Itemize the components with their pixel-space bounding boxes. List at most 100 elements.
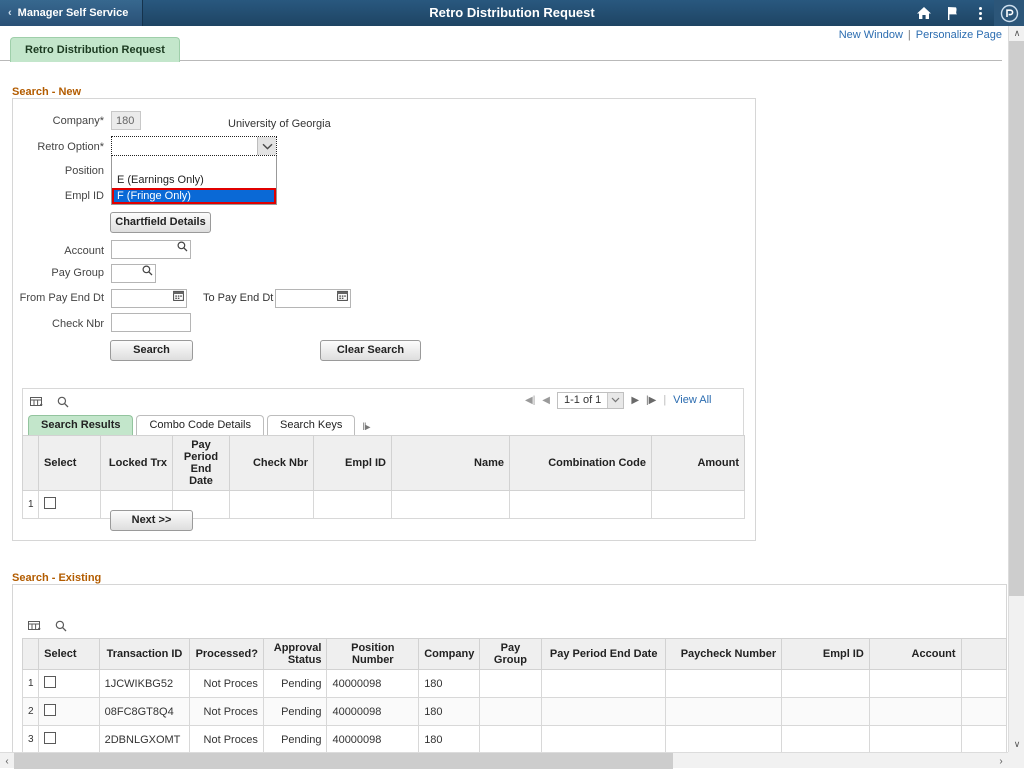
search-icon[interactable]: [57, 396, 69, 408]
search-new-title: Search - New: [12, 86, 81, 98]
clear-search-button[interactable]: Clear Search: [320, 340, 421, 361]
scroll-right-icon[interactable]: ›: [994, 753, 1008, 769]
breadcrumb-manager-self-service[interactable]: ‹ Manager Self Service: [0, 0, 143, 26]
tab-retro-distribution-request[interactable]: Retro Distribution Request: [10, 37, 180, 62]
col-position-number[interactable]: Position Number: [327, 639, 419, 670]
retro-option-item-fringe[interactable]: F (Fringe Only): [112, 188, 276, 204]
grid-tabs-overflow-icon[interactable]: ‖▸: [358, 422, 373, 435]
col-pay-period-end-date[interactable]: Pay Period End Date: [542, 639, 666, 670]
retro-option-dropdown-list[interactable]: E (Earnings Only) F (Fringe Only): [111, 156, 277, 205]
cell-select[interactable]: [39, 491, 101, 519]
col-paycheck-number[interactable]: Paycheck Number: [666, 639, 782, 670]
pager-first-icon[interactable]: ◀|: [525, 395, 535, 406]
vertical-scrollbar[interactable]: ∧ ∨: [1008, 26, 1024, 752]
calendar-icon[interactable]: [337, 290, 348, 306]
row-checkbox[interactable]: [44, 676, 56, 688]
col-check-nbr[interactable]: Check Nbr: [230, 436, 314, 491]
col-pay-group[interactable]: Pay Group: [479, 639, 542, 670]
three-dots-icon[interactable]: [966, 0, 994, 26]
col-select[interactable]: Select: [39, 436, 101, 491]
chartfield-details-button[interactable]: Chartfield Details: [110, 212, 211, 233]
pager-prev-icon[interactable]: ◀: [542, 395, 550, 406]
results-grid-pager: ◀| ◀ 1-1 of 1 ▶ |▶ | View All: [525, 391, 712, 409]
pay-group-label: Pay Group: [0, 267, 104, 279]
grid-tab-combo-code-details[interactable]: Combo Code Details: [136, 415, 264, 435]
row-checkbox[interactable]: [44, 497, 56, 509]
cell-processed: Not Proces: [190, 670, 264, 698]
scroll-up-icon[interactable]: ∧: [1009, 26, 1024, 41]
results-grid-tabs: Search Results Combo Code Details Search…: [28, 415, 374, 435]
scroll-left-icon[interactable]: ‹: [0, 753, 14, 769]
cell-position-number: 40000098: [327, 698, 419, 726]
retro-option-item-blank[interactable]: [112, 156, 276, 172]
col-combination-code[interactable]: Combination Code: [510, 436, 652, 491]
flag-icon[interactable]: [938, 0, 966, 26]
cell-company: 180: [419, 726, 479, 754]
nav-compass-icon[interactable]: [994, 0, 1024, 26]
grid-personalize-icon[interactable]: [30, 396, 43, 408]
col-empl-id[interactable]: Empl ID: [782, 639, 870, 670]
pager-next-icon[interactable]: ▶: [631, 395, 639, 406]
view-all-link[interactable]: View All: [673, 394, 711, 406]
row-number: 1: [23, 670, 39, 698]
grid-tab-search-keys[interactable]: Search Keys: [267, 415, 355, 435]
scroll-down-icon[interactable]: ∨: [1009, 737, 1024, 752]
home-icon[interactable]: [910, 0, 938, 26]
col-company[interactable]: Company: [419, 639, 479, 670]
pager-chevron-down-icon[interactable]: [607, 393, 623, 408]
cell-empl-id: [314, 491, 392, 519]
row-checkbox[interactable]: [44, 732, 56, 744]
cell-empl-id: [782, 698, 870, 726]
account-lookup-icon[interactable]: [177, 241, 188, 257]
col-locked-trx[interactable]: Locked Trx: [101, 436, 173, 491]
cell-select[interactable]: [39, 698, 99, 726]
chevron-down-icon[interactable]: [257, 137, 276, 155]
col-account[interactable]: Account: [869, 639, 961, 670]
pager-range-box[interactable]: 1-1 of 1: [557, 392, 624, 409]
cell-pay-group: [479, 726, 542, 754]
grid-tab-search-results[interactable]: Search Results: [28, 415, 133, 435]
col-select[interactable]: Select: [39, 639, 99, 670]
search-button[interactable]: Search: [110, 340, 193, 361]
search-existing-title: Search - Existing: [12, 572, 101, 584]
cell-amount: [652, 491, 745, 519]
cell-select[interactable]: [39, 670, 99, 698]
search-icon[interactable]: [55, 620, 67, 632]
cell-spacer: [961, 726, 1006, 754]
cell-processed: Not Proces: [190, 726, 264, 754]
grid-personalize-icon[interactable]: [28, 620, 41, 632]
col-processed[interactable]: Processed?: [190, 639, 264, 670]
col-amount[interactable]: Amount: [652, 436, 745, 491]
retro-option-item-earnings[interactable]: E (Earnings Only): [112, 172, 276, 188]
vertical-scroll-thumb[interactable]: [1009, 41, 1024, 596]
row-checkbox[interactable]: [44, 704, 56, 716]
table-row: 3 2DBNLGXOMT Not Proces Pending 40000098…: [23, 726, 1007, 754]
col-transaction-id[interactable]: Transaction ID: [99, 639, 190, 670]
retro-option-select[interactable]: [111, 136, 277, 156]
cell-name: [392, 491, 510, 519]
existing-grid-toolbar: [28, 615, 67, 637]
cell-paycheck-number: [666, 670, 782, 698]
top-navbar: ‹ Manager Self Service Retro Distributio…: [0, 0, 1024, 26]
horizontal-scrollbar[interactable]: ‹ ›: [0, 752, 1008, 768]
check-nbr-field[interactable]: [111, 313, 191, 332]
page-tab-strip: Retro Distribution Request: [0, 37, 1002, 61]
cell-pay-period-end-date: [542, 698, 666, 726]
col-name[interactable]: Name: [392, 436, 510, 491]
col-approval-status[interactable]: Approval Status: [263, 639, 327, 670]
col-rownum: [23, 639, 39, 670]
col-spacer: [961, 639, 1006, 670]
cell-processed: Not Proces: [190, 698, 264, 726]
calendar-icon[interactable]: [173, 290, 184, 306]
next-button[interactable]: Next >>: [110, 510, 193, 531]
cell-spacer: [961, 698, 1006, 726]
table-header-row: Select Locked Trx Pay Period End Date Ch…: [23, 436, 745, 491]
cell-pay-group: [479, 698, 542, 726]
pager-last-icon[interactable]: |▶: [646, 395, 656, 406]
cell-select[interactable]: [39, 726, 99, 754]
col-pay-period-end-date[interactable]: Pay Period End Date: [173, 436, 230, 491]
breadcrumb-label: Manager Self Service: [18, 7, 129, 19]
pay-group-lookup-icon[interactable]: [142, 265, 153, 281]
horizontal-scroll-thumb[interactable]: [14, 753, 673, 769]
col-empl-id[interactable]: Empl ID: [314, 436, 392, 491]
